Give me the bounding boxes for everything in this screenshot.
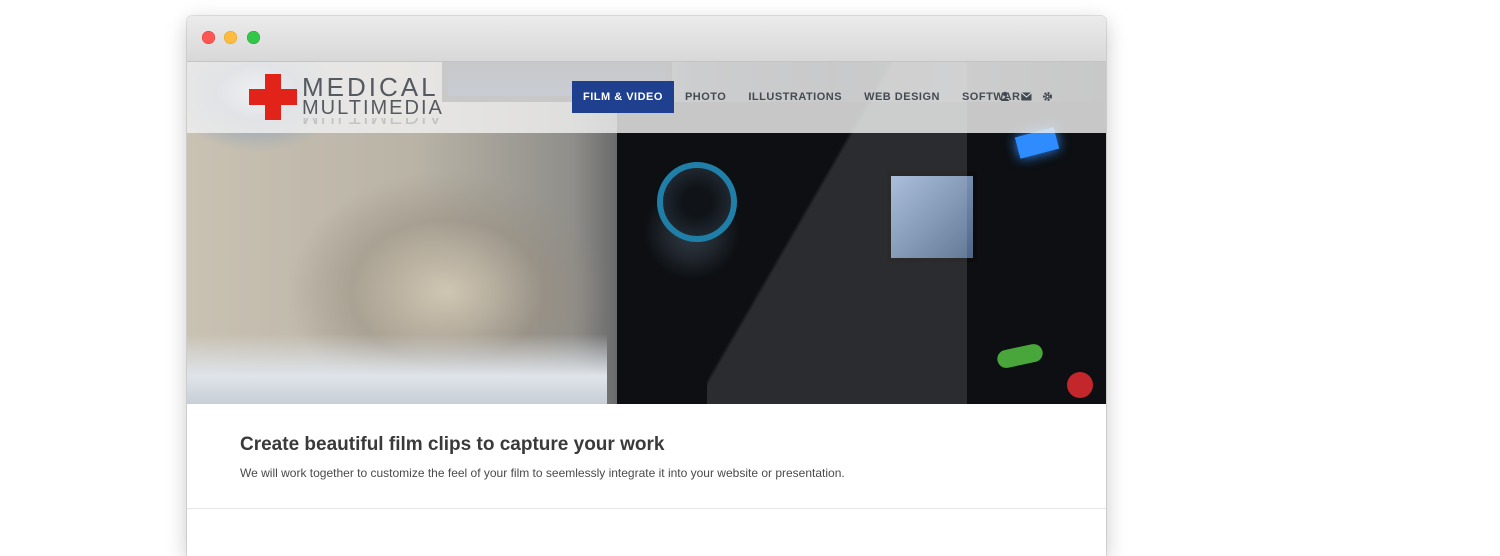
mail-icon[interactable]	[1020, 90, 1032, 102]
hero-operating-table	[187, 334, 607, 404]
browser-window: MEDICAL MULTIMEDIA MULTIMEDIA FILM & VID…	[187, 16, 1106, 556]
logo-text-multimedia: MULTIMEDIA	[302, 97, 444, 119]
minimize-window-button[interactable]	[224, 31, 237, 44]
nav-item-film-video[interactable]: FILM & VIDEO	[572, 81, 674, 113]
nav-icon-group	[999, 90, 1053, 102]
gear-icon[interactable]	[1041, 90, 1053, 102]
website-page: MEDICAL MULTIMEDIA MULTIMEDIA FILM & VID…	[187, 62, 1106, 556]
logo-text-reflection: MULTIMEDIA	[302, 118, 444, 126]
site-header: MEDICAL MULTIMEDIA MULTIMEDIA FILM & VID…	[187, 62, 1106, 133]
site-logo[interactable]: MEDICAL MULTIMEDIA MULTIMEDIA	[249, 74, 449, 126]
nav-item-photo[interactable]: PHOTO	[674, 81, 737, 113]
nav-item-web-design[interactable]: WEB DESIGN	[853, 81, 951, 113]
section-divider	[187, 508, 1106, 509]
nav-item-illustrations[interactable]: ILLUSTRATIONS	[737, 81, 853, 113]
maximize-window-button[interactable]	[247, 31, 260, 44]
close-window-button[interactable]	[202, 31, 215, 44]
red-cross-icon	[249, 74, 297, 122]
section-headline: Create beautiful film clips to capture y…	[240, 434, 665, 455]
main-nav: FILM & VIDEO PHOTO ILLUSTRATIONS WEB DES…	[572, 81, 1039, 113]
hero-red-knob	[1067, 372, 1093, 398]
window-titlebar	[187, 16, 1106, 62]
user-icon[interactable]	[999, 90, 1011, 102]
content-section: Create beautiful film clips to capture y…	[187, 404, 1106, 556]
section-description: We will work together to customize the f…	[240, 466, 845, 480]
